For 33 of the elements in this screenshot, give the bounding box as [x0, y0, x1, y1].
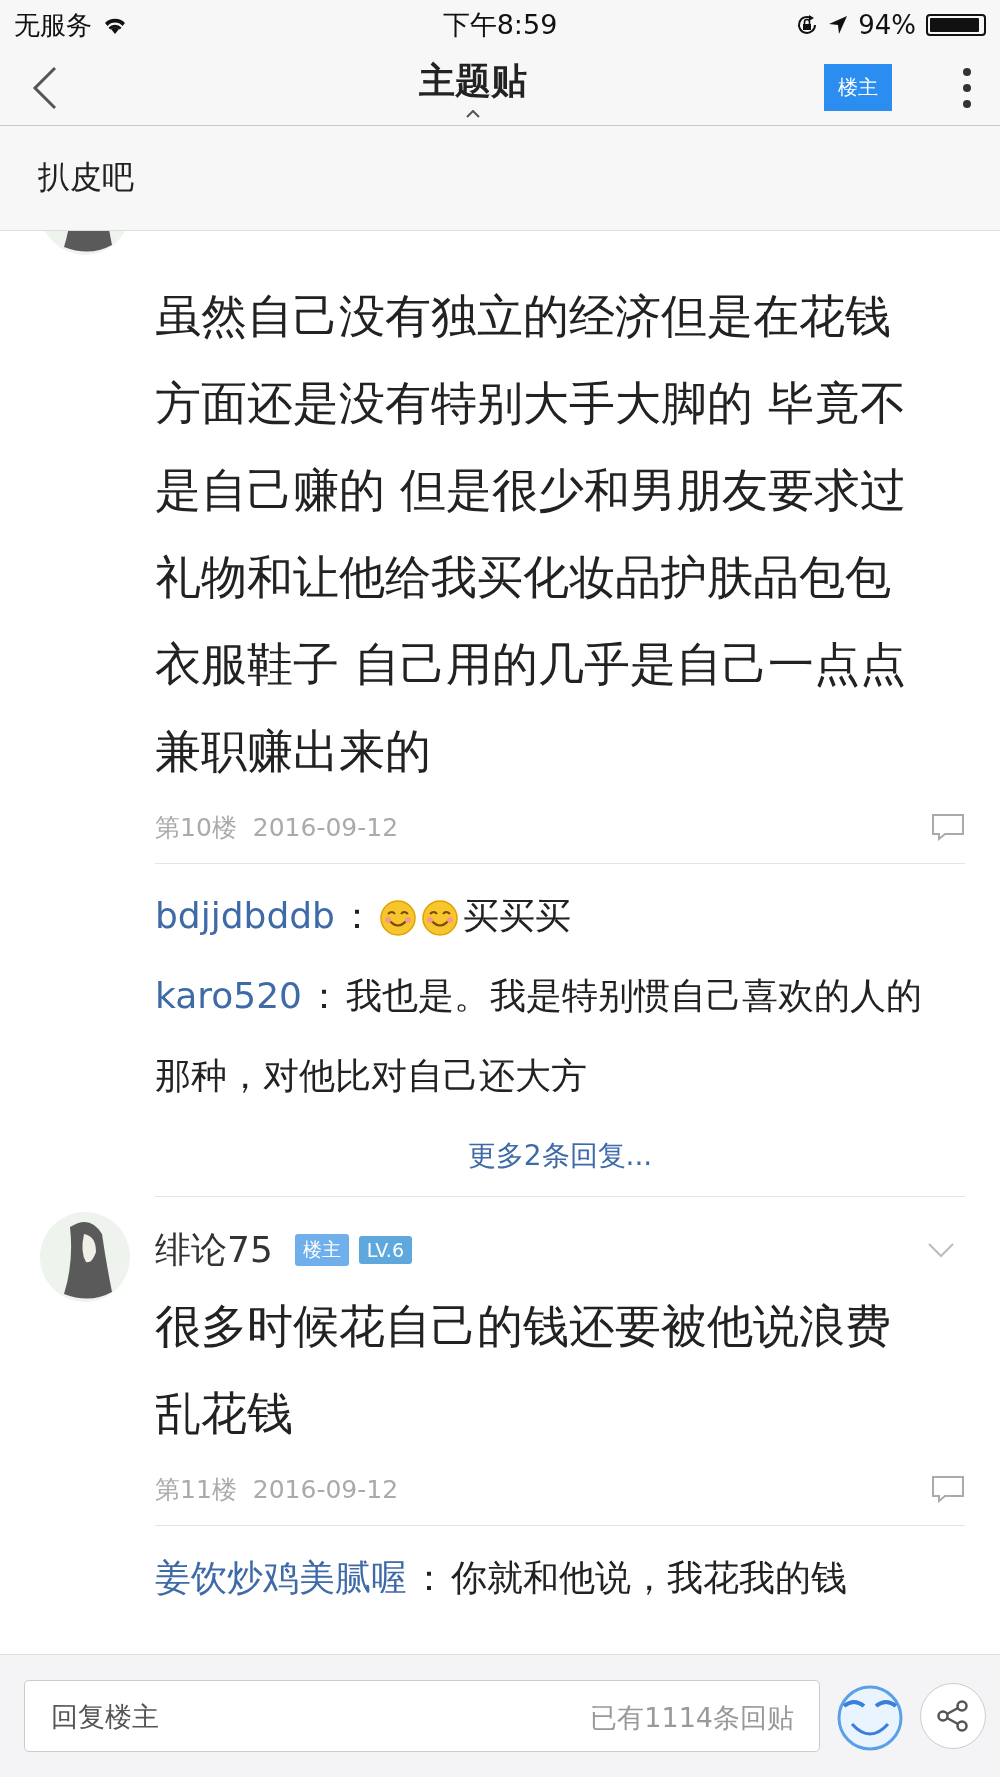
floor-number: 第10楼: [155, 811, 237, 844]
user-badge: 楼主: [294, 1234, 349, 1266]
reply-text: 买买买: [462, 895, 571, 936]
owner-only-button[interactable]: 楼主: [824, 64, 892, 111]
forum-name[interactable]: 扒皮吧: [38, 156, 134, 200]
grinning-face-icon: [420, 899, 459, 937]
grinning-face-icon: [378, 899, 417, 937]
avatar[interactable]: [40, 1212, 130, 1302]
username[interactable]: 绯论75: [155, 1225, 273, 1275]
reply-text: 姜饮炒鸡美腻喔：你就和他说，我花我的钱: [155, 1556, 848, 1600]
reply-username[interactable]: 姜饮炒鸡美腻喔: [155, 1557, 407, 1598]
post-date: 2016-09-12: [252, 812, 399, 842]
location-arrow-icon: [828, 15, 849, 35]
post-text: 很多时候花自己的钱还要被他说浪费乱花钱: [155, 1298, 892, 1442]
post-text: 虽然自己没有独立的经济但是在花钱方面还是没有特别大手大脚的 毕竟不是自己赚的 但是很少和男朋友要求过礼物和让他给我买化妆品护肤品包包衣服鞋子 自己用的几乎是自己一点点兼职赚出来的: [155, 288, 907, 780]
carrier-text: 无服务: [14, 8, 92, 42]
post-date: 2016-09-12: [252, 1474, 399, 1504]
reply-separator: ：: [338, 895, 375, 936]
more-icon[interactable]: [962, 66, 972, 109]
clock-text: 下午8:59: [442, 8, 558, 42]
user-badge: LV.6: [358, 1236, 412, 1264]
share-icon: [936, 1699, 970, 1733]
battery-icon: [926, 14, 986, 36]
caret-icon[interactable]: [466, 110, 480, 118]
battery-percent-text: 94%: [858, 10, 916, 40]
reply-username[interactable]: bdjjdbddb: [155, 895, 335, 936]
reply-count: 已有1114条回贴: [590, 1701, 794, 1735]
reply-text: karo520：我也是。我是特别惯自己喜欢的人的那种，对他比对自己还大方: [155, 974, 924, 1098]
floor-number: 第11楼: [155, 1473, 237, 1506]
reply-username[interactable]: karo520: [155, 975, 303, 1016]
rotation-lock-icon: [796, 14, 819, 36]
page-title: 主题贴: [419, 59, 527, 103]
more-replies-link[interactable]: 更多2条回复...: [467, 1139, 653, 1172]
